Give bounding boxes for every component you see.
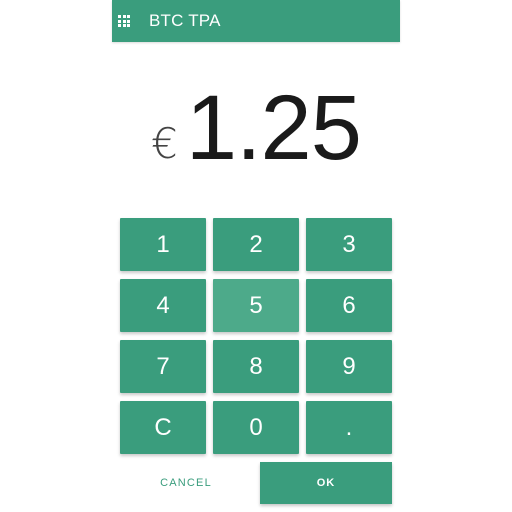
key-4[interactable]: 4: [120, 279, 206, 332]
ok-button[interactable]: OK: [260, 462, 392, 504]
app-title: BTC TPA: [149, 11, 221, 30]
key-0[interactable]: 0: [213, 401, 299, 454]
key-6[interactable]: 6: [306, 279, 392, 332]
apps-grid-icon[interactable]: [118, 15, 130, 27]
pos-app: BTC TPA € 1.25 1 2 3 4 5 6 7 8 9 C 0 . C…: [112, 0, 400, 512]
key-8[interactable]: 8: [213, 340, 299, 393]
amount-value: 1.25: [185, 77, 362, 179]
key-7[interactable]: 7: [120, 340, 206, 393]
key-5[interactable]: 5: [213, 279, 299, 332]
key-1[interactable]: 1: [120, 218, 206, 271]
cancel-button[interactable]: CANCEL: [120, 462, 252, 504]
key-2[interactable]: 2: [213, 218, 299, 271]
key-9[interactable]: 9: [306, 340, 392, 393]
app-bar: BTC TPA: [112, 0, 400, 42]
amount-display: € 1.25: [112, 78, 400, 188]
currency-symbol: €: [151, 119, 178, 168]
key-clear[interactable]: C: [120, 401, 206, 454]
key-3[interactable]: 3: [306, 218, 392, 271]
key-decimal[interactable]: .: [306, 401, 392, 454]
